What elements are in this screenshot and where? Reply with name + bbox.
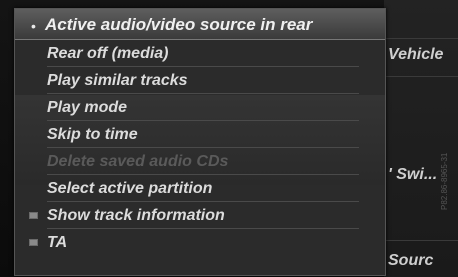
menu-item-label: Play similar tracks	[47, 72, 188, 89]
divider	[384, 240, 458, 241]
divider	[384, 76, 458, 77]
menu-item-label: Play mode	[47, 99, 128, 116]
menu-item-label: Select active partition	[47, 180, 213, 197]
menu-item-label: Delete saved audio CDs	[47, 153, 229, 170]
divider	[47, 66, 359, 67]
options-menu: • Active audio/video source in rear Rear…	[14, 8, 386, 276]
divider	[47, 174, 359, 175]
divider	[47, 228, 359, 229]
menu-header[interactable]: • Active audio/video source in rear	[15, 9, 385, 40]
watermark: P82.86-8965-31	[440, 152, 449, 210]
divider	[47, 201, 359, 202]
menu-item-label: Rear off (media)	[47, 45, 169, 62]
divider	[47, 120, 359, 121]
divider	[384, 38, 458, 39]
sources-label[interactable]: Sourc	[388, 252, 433, 270]
menu-item-select-active-partition[interactable]: Select active partition	[15, 176, 385, 202]
divider	[47, 147, 359, 148]
menu-item-rear-off[interactable]: Rear off (media)	[15, 41, 385, 67]
bullet-icon: •	[31, 18, 36, 34]
checkbox-icon[interactable]	[29, 239, 38, 246]
menu-item-label: TA	[47, 234, 68, 251]
menu-item-delete-saved-audio-cds: Delete saved audio CDs	[15, 149, 385, 175]
menu-item-play-mode[interactable]: Play mode	[15, 95, 385, 121]
background-panel	[384, 0, 458, 277]
menu-item-skip-to-time[interactable]: Skip to time	[15, 122, 385, 148]
menu-item-show-track-information[interactable]: Show track information	[15, 203, 385, 229]
switch-label[interactable]: ' Swi...	[388, 166, 437, 184]
menu-item-ta[interactable]: TA	[15, 230, 385, 256]
divider	[47, 93, 359, 94]
menu-item-play-similar-tracks[interactable]: Play similar tracks	[15, 68, 385, 94]
menu-item-label: Show track information	[47, 207, 225, 224]
menu-title: Active audio/video source in rear	[45, 15, 313, 34]
vehicle-label[interactable]: Vehicle	[388, 46, 443, 64]
menu-item-label: Skip to time	[47, 126, 138, 143]
checkbox-icon[interactable]	[29, 212, 38, 219]
